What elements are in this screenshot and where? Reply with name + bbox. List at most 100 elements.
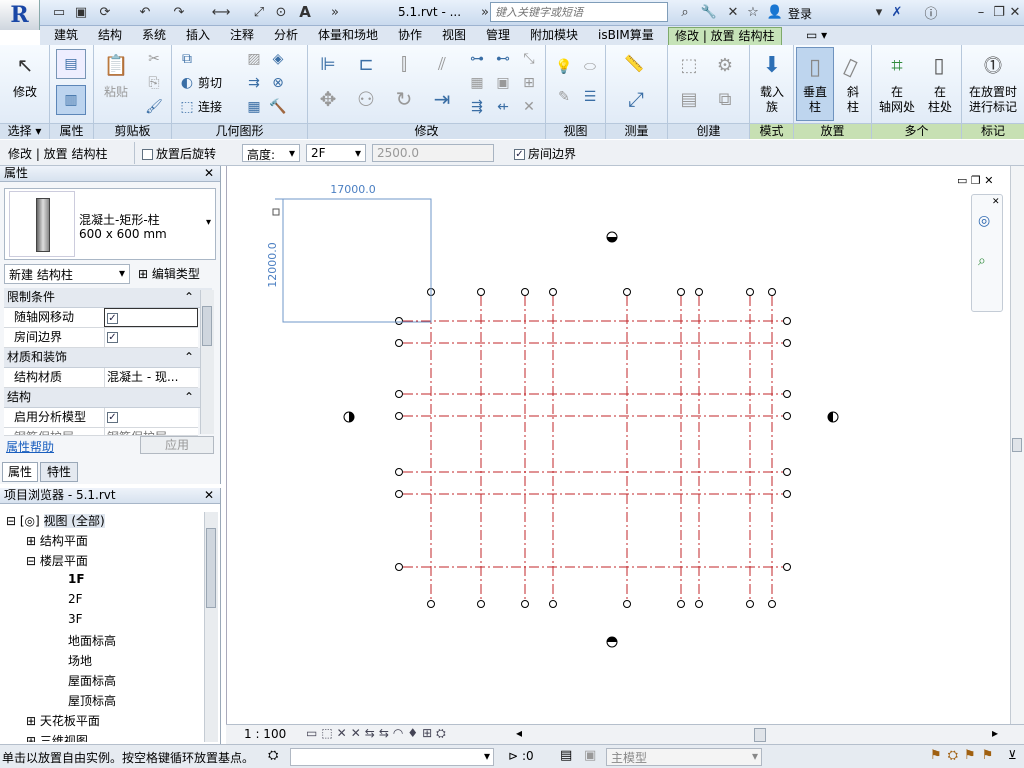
dim-height-text[interactable]: 12000.0 xyxy=(266,242,279,288)
linestyle-icon[interactable]: ☰ xyxy=(580,89,600,105)
tree-node-1f[interactable]: 1F xyxy=(68,572,85,586)
grid-bubble-top[interactable] xyxy=(677,288,685,296)
scroll-right-icon[interactable]: ▸ xyxy=(992,726,998,740)
tab-view[interactable]: 视图 xyxy=(436,27,472,45)
match-type-icon[interactable]: 🖌 xyxy=(145,99,163,115)
rotate-after-placement-checkbox[interactable]: 放置后旋转 xyxy=(142,145,216,162)
create-group-icon[interactable]: ▤ xyxy=(674,85,704,113)
tab-massing-site[interactable]: 体量和场地 xyxy=(312,27,384,45)
at-columns-button[interactable]: 在 柱处 xyxy=(920,85,960,115)
delete-icon[interactable]: ✕ xyxy=(520,99,538,115)
copy-icon[interactable]: ⎘ xyxy=(146,75,162,91)
checkbox-checked-icon[interactable]: ✓ xyxy=(107,412,118,423)
search-input[interactable] xyxy=(490,2,668,22)
tab-insert[interactable]: 插入 xyxy=(180,27,216,45)
grid-bubble-left[interactable] xyxy=(395,468,403,476)
trim-extend-icon[interactable]: ⇥ xyxy=(428,85,456,113)
align-icon[interactable]: ⊫ xyxy=(314,51,342,77)
grid-bubble-bottom[interactable] xyxy=(768,600,776,608)
steering-wheel-icon[interactable]: ◎ xyxy=(978,213,990,229)
grid-bubble-top[interactable] xyxy=(477,288,485,296)
hide-icon[interactable]: ⬭ xyxy=(580,59,600,75)
create-assembly-icon[interactable]: ⧉ xyxy=(710,85,740,113)
modify-button[interactable]: 修改 xyxy=(4,85,46,100)
save-icon[interactable]: ▣ xyxy=(72,3,90,21)
room-bounding-checkbox[interactable]: ✓ 房间边界 xyxy=(514,145,576,162)
cut-button[interactable]: 剪切 xyxy=(198,76,222,91)
type-selector[interactable]: 混凝土-矩形-柱 600 x 600 mm ▾ xyxy=(4,188,216,260)
grid-bubble-right[interactable] xyxy=(783,390,791,398)
dim-width-text[interactable]: 17000.0 xyxy=(330,183,376,196)
minimize-icon[interactable]: – xyxy=(972,3,990,21)
browser-scrollbar[interactable] xyxy=(204,512,218,742)
join-icon[interactable]: ⬚ xyxy=(178,99,196,115)
tree-node-floor-plans[interactable]: ⊟ 楼层平面 xyxy=(26,552,88,569)
tree-node-structural-plans[interactable]: ⊞ 结构平面 xyxy=(26,532,88,549)
bulb-icon[interactable]: 💡 xyxy=(554,59,574,75)
load-family-button[interactable]: 载入 族 xyxy=(752,85,792,115)
dim-grip[interactable] xyxy=(272,208,280,216)
grid-bubble-left[interactable] xyxy=(395,490,403,498)
tab-isbim[interactable]: isBIM算量 xyxy=(592,27,660,45)
tab-analyze[interactable]: 分析 xyxy=(268,27,304,45)
rotate-icon[interactable]: ↻ xyxy=(390,85,418,113)
section-materials[interactable]: 材质和装饰 ⌃ xyxy=(4,348,212,368)
properties-icon[interactable]: ▤ xyxy=(56,49,86,79)
undo-icon[interactable]: ↶ xyxy=(136,3,154,21)
hammer-icon[interactable]: 🔨 xyxy=(269,99,286,115)
group-label-select[interactable]: 选择 ▾ xyxy=(0,123,49,139)
tag-icon[interactable]: ⊙ xyxy=(272,3,290,21)
text-icon[interactable]: A xyxy=(296,3,314,21)
tab-structure[interactable]: 结构 xyxy=(92,27,128,45)
tab-features[interactable]: 特性 xyxy=(40,462,78,482)
grid-bubble-right[interactable] xyxy=(783,317,791,325)
grid-bubble-left[interactable] xyxy=(395,390,403,398)
grid-plan[interactable]: 17000.0 12000.0 xyxy=(227,166,1024,724)
grid-bubble-bottom[interactable] xyxy=(521,600,529,608)
grid-bubble-bottom[interactable] xyxy=(477,600,485,608)
split-face-icon[interactable]: ◈ xyxy=(270,51,286,67)
copy-element-icon[interactable]: ⚇ xyxy=(352,85,380,113)
grid-bubble-top[interactable] xyxy=(521,288,529,296)
help-icon[interactable]: ⓘ xyxy=(922,3,940,22)
elevation-marker-west[interactable] xyxy=(343,411,355,423)
tree-node-roof-level[interactable]: 屋面标高 xyxy=(68,672,116,689)
tree-node-site[interactable]: 场地 xyxy=(68,652,92,669)
open-icon[interactable]: ▭ xyxy=(50,3,68,21)
tab-addins[interactable]: 附加模块 xyxy=(524,27,584,45)
user-icon[interactable]: 👤 xyxy=(766,3,784,21)
view-control-icons[interactable]: ▭⬚✕✕⇆⇆◠♦⊞⛭ xyxy=(306,726,450,741)
tag-on-placement-button[interactable]: 在放置时 进行标记 xyxy=(962,85,1024,115)
aligned-dimension-icon[interactable]: ⤢ xyxy=(618,85,654,113)
hscroll-thumb[interactable] xyxy=(754,728,766,742)
height-depth-select[interactable]: 高度: ▾ xyxy=(242,144,300,162)
cut-geometry-icon[interactable]: ◐ xyxy=(178,75,196,91)
tab-architecture[interactable]: 建筑 xyxy=(48,27,84,45)
tab-modify-place-column[interactable]: 修改 | 放置 结构柱 xyxy=(668,27,782,45)
checkbox-checked-icon[interactable]: ✓ xyxy=(107,313,118,324)
elevation-marker-south[interactable] xyxy=(606,636,618,648)
grid-bubble-bottom[interactable] xyxy=(695,600,703,608)
scroll-left-icon[interactable]: ◂ xyxy=(516,726,522,740)
close-icon[interactable]: ✕ xyxy=(204,488,214,503)
scissors-icon[interactable]: ✂ xyxy=(146,51,162,67)
grid-bubble-bottom[interactable] xyxy=(677,600,685,608)
ruler-icon[interactable]: 📏 xyxy=(614,53,654,73)
grid-bubble-left[interactable] xyxy=(395,317,403,325)
split-icon[interactable]: ⊶ xyxy=(468,51,486,67)
create-parts-icon[interactable]: ⚙ xyxy=(710,51,740,79)
tab-collaborate[interactable]: 协作 xyxy=(392,27,428,45)
tab-manage[interactable]: 管理 xyxy=(480,27,516,45)
linework-icon[interactable]: ▦ xyxy=(246,99,262,115)
grid-bubble-top[interactable] xyxy=(695,288,703,296)
create-similar-icon[interactable]: ⬚ xyxy=(674,51,704,79)
move-icon[interactable]: ✥ xyxy=(314,85,342,113)
instance-filter-select[interactable]: 新建 结构柱 ▾ xyxy=(4,264,130,284)
trim-single-icon[interactable]: ▣ xyxy=(494,75,512,91)
drawing-canvas[interactable]: 17000.0 12000.0 ▭ ❐ ✕ ◎ ⌕ ✕ xyxy=(226,166,1024,724)
tree-node-ceiling-plans[interactable]: ⊞ 天花板平面 xyxy=(26,712,100,729)
tree-node-3d-views[interactable]: ⊞ 三维视图 xyxy=(26,732,88,742)
scale-selector[interactable]: 1 : 100 xyxy=(244,727,286,741)
dropdown-icon[interactable]: ▾ xyxy=(870,3,888,21)
design-options-icon[interactable]: ▣ xyxy=(584,748,596,763)
